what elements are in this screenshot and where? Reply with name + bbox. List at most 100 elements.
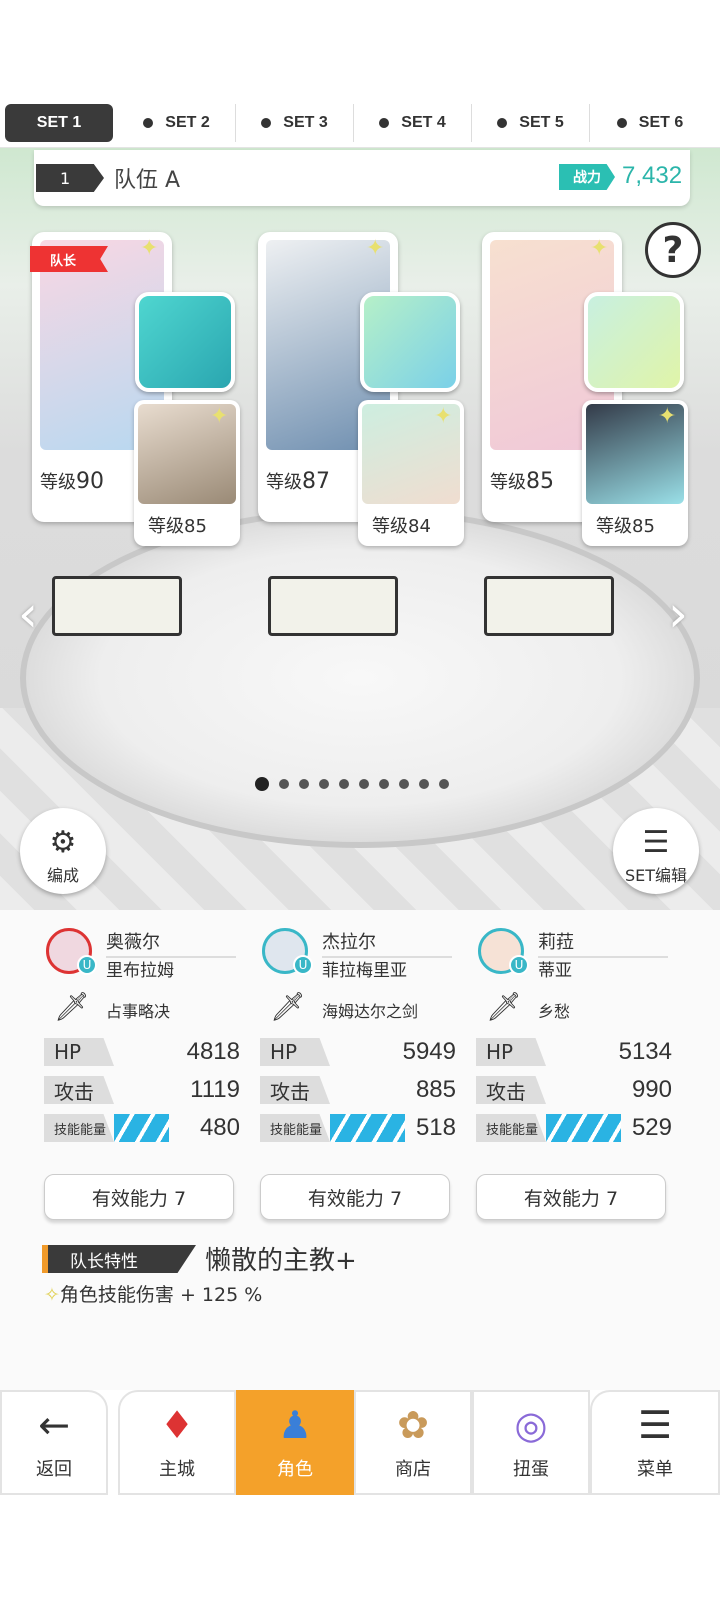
hero-level: 等级90 bbox=[40, 469, 104, 494]
tab-set-4[interactable]: SET 4 bbox=[354, 104, 472, 142]
page-dot[interactable] bbox=[379, 779, 389, 789]
team-name[interactable]: 队伍 A bbox=[114, 162, 180, 194]
list-icon: ☰ bbox=[642, 825, 670, 860]
weapon-name: 海姆达尔之剑 bbox=[322, 1002, 419, 1021]
team-number: 1 bbox=[36, 164, 104, 192]
atk-label: 攻击 bbox=[476, 1076, 546, 1104]
sub-hero-card-3[interactable]: ✦ 等级85 bbox=[582, 400, 688, 546]
weapon-name: 乡愁 bbox=[538, 1002, 571, 1021]
sparkle-icon: ✦ bbox=[366, 236, 385, 261]
atk-label: 攻击 bbox=[44, 1076, 114, 1104]
character-sub-name: 里布拉姆 bbox=[106, 961, 174, 981]
avatar[interactable]: U bbox=[46, 928, 97, 975]
atk-stat: 攻击 885 bbox=[260, 1076, 456, 1106]
sparkle-icon: ✦ bbox=[140, 236, 159, 261]
next-arrow-icon[interactable]: › bbox=[668, 585, 688, 643]
character-name: 莉菈 bbox=[538, 928, 668, 958]
set-edit-label: SET编辑 bbox=[624, 866, 688, 885]
castle-icon: ♦ bbox=[159, 1403, 195, 1447]
leader-trait-tag: 队长特性 bbox=[42, 1245, 196, 1273]
help-icon[interactable]: ? bbox=[645, 222, 701, 278]
weapon-icon: 🗡 bbox=[486, 990, 522, 1023]
tab-dot-icon bbox=[261, 118, 272, 128]
character-sub-name: 蒂亚 bbox=[538, 961, 572, 981]
nav-label: 角色 bbox=[277, 1459, 313, 1480]
weapon-helmet-icon[interactable] bbox=[584, 292, 684, 392]
pedestal-2[interactable] bbox=[268, 576, 398, 636]
pedestal-1[interactable] bbox=[52, 576, 182, 636]
atk-stat: 攻击 990 bbox=[476, 1076, 672, 1106]
hp-value: 5949 bbox=[402, 1038, 456, 1065]
formation-gear-icon: ⚙ bbox=[49, 825, 77, 860]
tab-label: SET 3 bbox=[283, 114, 328, 131]
top-blank-area bbox=[0, 0, 720, 100]
page-dot[interactable] bbox=[339, 779, 349, 789]
avatar[interactable]: U bbox=[262, 928, 313, 975]
nav-label: 扭蛋 bbox=[513, 1459, 549, 1480]
tab-set-2[interactable]: SET 2 bbox=[118, 104, 236, 142]
nav-back[interactable]: ← 返回 bbox=[0, 1390, 108, 1495]
tab-label: SET 2 bbox=[165, 114, 210, 131]
sparkle-icon: ✦ bbox=[658, 404, 677, 429]
page-dot[interactable] bbox=[399, 779, 409, 789]
leader-badge: 队长 bbox=[30, 246, 108, 272]
weapon-sword-icon[interactable] bbox=[360, 292, 460, 392]
nav-character[interactable]: ♟ 角色 bbox=[236, 1390, 354, 1495]
hp-label: HP bbox=[260, 1038, 330, 1066]
hp-value: 4818 bbox=[186, 1038, 240, 1065]
tab-set-1[interactable]: SET 1 bbox=[5, 104, 113, 142]
page-dot[interactable] bbox=[419, 779, 429, 789]
sparkle-icon: ✦ bbox=[590, 236, 609, 261]
tab-set-3[interactable]: SET 3 bbox=[236, 104, 354, 142]
hp-label: HP bbox=[476, 1038, 546, 1066]
atk-value: 990 bbox=[631, 1076, 672, 1103]
page-dot[interactable] bbox=[299, 779, 309, 789]
back-arrow-icon: ← bbox=[38, 1403, 70, 1447]
nav-castle[interactable]: ♦ 主城 bbox=[118, 1390, 236, 1495]
gacha-icon: ◎ bbox=[514, 1403, 548, 1447]
hp-stat: HP 5949 bbox=[260, 1038, 456, 1068]
page-dot[interactable] bbox=[279, 779, 289, 789]
character-name: 奥薇尔 bbox=[106, 928, 236, 958]
shop-icon: ✿ bbox=[397, 1403, 429, 1447]
nav-gacha[interactable]: ◎ 扭蛋 bbox=[472, 1390, 590, 1495]
sub-hero-card-1[interactable]: ✦ 等级85 bbox=[134, 400, 240, 546]
nav-shop[interactable]: ✿ 商店 bbox=[354, 1390, 472, 1495]
energy-value: 529 bbox=[631, 1114, 672, 1141]
energy-value: 480 bbox=[199, 1114, 240, 1141]
tab-dot-icon bbox=[616, 118, 627, 128]
character-icon: ♟ bbox=[277, 1403, 313, 1447]
combat-power-value: 7,432 bbox=[622, 162, 683, 189]
nav-label: 菜单 bbox=[637, 1459, 673, 1480]
page-dot[interactable] bbox=[319, 779, 329, 789]
atk-stat: 攻击 1119 bbox=[44, 1076, 240, 1106]
sub-hero-card-2[interactable]: ✦ 等级84 bbox=[358, 400, 464, 546]
prev-arrow-icon[interactable]: ‹ bbox=[18, 585, 38, 643]
avatar[interactable]: U bbox=[478, 928, 529, 975]
tab-label: SET 4 bbox=[401, 114, 446, 131]
effective-ability-button[interactable]: 有效能力 7 bbox=[260, 1174, 450, 1220]
sparkle-icon: ✦ bbox=[210, 404, 229, 429]
page-dot[interactable] bbox=[439, 779, 449, 789]
bottom-navigation: ← 返回 ♦ 主城 ♟ 角色 ✿ 商店 ◎ 扭蛋 ☰ 菜单 bbox=[0, 1390, 720, 1495]
combat-power-label: 战力 bbox=[559, 164, 615, 190]
nav-label: 商店 bbox=[395, 1459, 431, 1480]
energy-stat: 技能能量 518 bbox=[260, 1114, 456, 1144]
effective-ability-button[interactable]: 有效能力 7 bbox=[476, 1174, 666, 1220]
leader-trait-name: 懒散的主教+ bbox=[205, 1246, 357, 1276]
tab-set-5[interactable]: SET 5 bbox=[472, 104, 590, 142]
tab-set-6[interactable]: SET 6 bbox=[590, 104, 710, 142]
hero-level: 等级85 bbox=[490, 469, 554, 494]
tab-label: SET 1 bbox=[36, 114, 82, 131]
weapon-console-icon[interactable] bbox=[135, 292, 235, 392]
u-badge-icon: U bbox=[509, 955, 529, 975]
formation-button[interactable]: ⚙ 编成 bbox=[20, 808, 106, 894]
nav-menu[interactable]: ☰ 菜单 bbox=[590, 1390, 720, 1495]
menu-icon: ☰ bbox=[637, 1403, 673, 1447]
page-dot[interactable] bbox=[255, 777, 269, 791]
pedestal-3[interactable] bbox=[484, 576, 614, 636]
page-dot[interactable] bbox=[359, 779, 369, 789]
effective-ability-button[interactable]: 有效能力 7 bbox=[44, 1174, 234, 1220]
set-edit-button[interactable]: ☰ SET编辑 bbox=[613, 808, 699, 894]
energy-stat: 技能能量 529 bbox=[476, 1114, 672, 1144]
